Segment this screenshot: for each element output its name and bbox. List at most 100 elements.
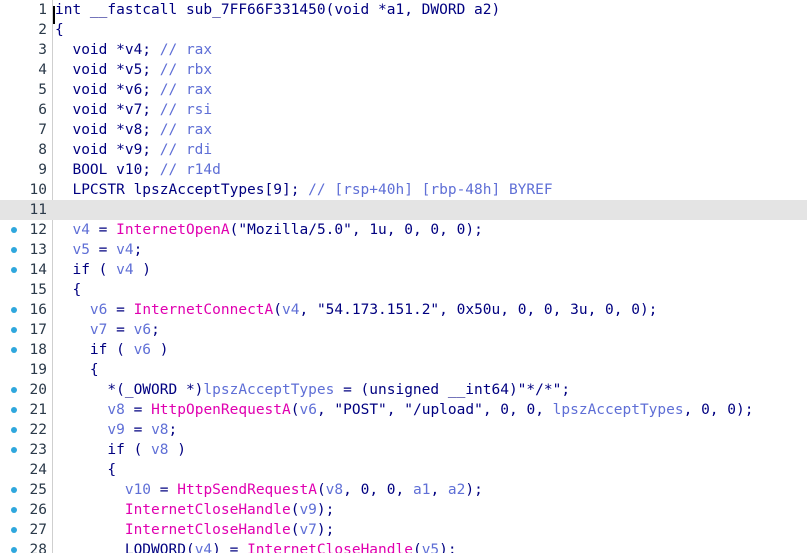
line-gutter[interactable]: 17 bbox=[0, 320, 50, 340]
line-gutter[interactable]: 16 bbox=[0, 300, 50, 320]
line-gutter[interactable]: 23 bbox=[0, 440, 50, 460]
line-gutter[interactable]: 19 bbox=[0, 360, 50, 380]
code-text[interactable]: v5 = v4; bbox=[55, 240, 142, 260]
line-gutter[interactable]: 21 bbox=[0, 400, 50, 420]
code-text[interactable]: v4 = InternetOpenA("Mozilla/5.0", 1u, 0,… bbox=[55, 220, 482, 240]
code-text[interactable]: *(_OWORD *)lpszAcceptTypes = (unsigned _… bbox=[55, 380, 570, 400]
line-gutter[interactable]: 15 bbox=[0, 280, 50, 300]
code-line[interactable]: 3 void *v4; // rax bbox=[0, 40, 807, 60]
code-text[interactable]: InternetCloseHandle(v7); bbox=[55, 520, 335, 540]
code-text[interactable]: LODWORD(v4) = InternetCloseHandle(v5); bbox=[55, 540, 457, 553]
code-line[interactable]: 6 void *v7; // rsi bbox=[0, 100, 807, 120]
breakpoint-dot-icon[interactable] bbox=[11, 547, 17, 553]
code-text[interactable]: { bbox=[55, 280, 81, 300]
breakpoint-dot-icon[interactable] bbox=[11, 507, 17, 513]
breakpoint-dot-icon[interactable] bbox=[11, 247, 17, 253]
code-token: void *v5; bbox=[55, 62, 160, 78]
code-line[interactable]: 12 v4 = InternetOpenA("Mozilla/5.0", 1u,… bbox=[0, 220, 807, 240]
line-gutter[interactable]: 3 bbox=[0, 40, 50, 60]
breakpoint-dot-icon[interactable] bbox=[11, 407, 17, 413]
breakpoint-dot-icon[interactable] bbox=[11, 267, 17, 273]
pseudocode-editor[interactable]: 1 int __fastcall sub_7FF66F331450(void *a… bbox=[0, 0, 807, 553]
code-line[interactable]: 22 v9 = v8; bbox=[0, 420, 807, 440]
line-gutter[interactable]: 4 bbox=[0, 60, 50, 80]
code-text[interactable]: if ( v6 ) bbox=[55, 340, 169, 360]
code-line[interactable]: 24 { bbox=[0, 460, 807, 480]
code-text[interactable]: v6 = InternetConnectA(v4, "54.173.151.2"… bbox=[55, 300, 657, 320]
line-gutter[interactable]: 18 bbox=[0, 340, 50, 360]
code-text[interactable]: v8 = HttpOpenRequestA(v6, "POST", "/uplo… bbox=[55, 400, 753, 420]
line-gutter[interactable]: 24 bbox=[0, 460, 50, 480]
code-text[interactable]: void *v8; // rax bbox=[55, 120, 212, 140]
breakpoint-dot-icon[interactable] bbox=[11, 227, 17, 233]
breakpoint-dot-icon[interactable] bbox=[11, 447, 17, 453]
code-line[interactable]: 26 InternetCloseHandle(v9); bbox=[0, 500, 807, 520]
line-gutter[interactable]: 8 bbox=[0, 140, 50, 160]
code-line[interactable]: 7 void *v8; // rax bbox=[0, 120, 807, 140]
code-text[interactable]: void *v7; // rsi bbox=[55, 100, 212, 120]
breakpoint-dot-icon[interactable] bbox=[11, 527, 17, 533]
line-gutter[interactable]: 20 bbox=[0, 380, 50, 400]
code-text[interactable]: { bbox=[55, 360, 99, 380]
code-text[interactable]: LPCSTR lpszAcceptTypes[9]; // [rsp+40h] … bbox=[55, 180, 552, 200]
code-text[interactable]: void *v9; // rdi bbox=[55, 140, 212, 160]
code-text[interactable]: BOOL v10; // r14d bbox=[55, 160, 220, 180]
code-text[interactable]: { bbox=[55, 20, 64, 40]
code-line[interactable]: 23 if ( v8 ) bbox=[0, 440, 807, 460]
breakpoint-dot-icon[interactable] bbox=[11, 307, 17, 313]
breakpoint-dot-icon[interactable] bbox=[11, 487, 17, 493]
code-line[interactable]: 11 bbox=[0, 200, 807, 220]
line-gutter[interactable]: 14 bbox=[0, 260, 50, 280]
breakpoint-dot-icon[interactable] bbox=[11, 387, 17, 393]
line-gutter[interactable]: 13 bbox=[0, 240, 50, 260]
code-text[interactable]: if ( v8 ) bbox=[55, 440, 186, 460]
code-text[interactable]: v7 = v6; bbox=[55, 320, 160, 340]
code-line[interactable]: 20 *(_OWORD *)lpszAcceptTypes = (unsigne… bbox=[0, 380, 807, 400]
line-gutter[interactable]: 2 bbox=[0, 20, 50, 40]
line-gutter[interactable]: 12 bbox=[0, 220, 50, 240]
line-gutter[interactable]: 27 bbox=[0, 520, 50, 540]
code-line[interactable]: 15 { bbox=[0, 280, 807, 300]
code-line[interactable]: 5 void *v6; // rax bbox=[0, 80, 807, 100]
code-line[interactable]: 16 v6 = InternetConnectA(v4, "54.173.151… bbox=[0, 300, 807, 320]
code-text[interactable]: if ( v4 ) bbox=[55, 260, 151, 280]
code-text[interactable]: int __fastcall sub_7FF66F331450(void *a1… bbox=[55, 0, 500, 20]
code-line[interactable]: 17 v7 = v6; bbox=[0, 320, 807, 340]
line-gutter[interactable]: 7 bbox=[0, 120, 50, 140]
code-line[interactable]: 19 { bbox=[0, 360, 807, 380]
line-gutter[interactable]: 26 bbox=[0, 500, 50, 520]
line-gutter[interactable]: 11 bbox=[0, 200, 50, 220]
breakpoint-dot-icon[interactable] bbox=[11, 347, 17, 353]
code-line[interactable]: 18 if ( v6 ) bbox=[0, 340, 807, 360]
line-gutter[interactable]: 22 bbox=[0, 420, 50, 440]
line-gutter[interactable]: 28 bbox=[0, 540, 50, 553]
code-line[interactable]: 1 int __fastcall sub_7FF66F331450(void *a… bbox=[0, 0, 807, 20]
code-text[interactable]: void *v4; // rax bbox=[55, 40, 212, 60]
code-line[interactable]: 4 void *v5; // rbx bbox=[0, 60, 807, 80]
breakpoint-dot-icon[interactable] bbox=[11, 427, 17, 433]
code-text[interactable]: v10 = HttpSendRequestA(v8, 0, 0, a1, a2)… bbox=[55, 480, 483, 500]
code-token: v6 bbox=[133, 342, 152, 358]
code-text[interactable]: void *v6; // rax bbox=[55, 80, 212, 100]
code-line[interactable]: 8 void *v9; // rdi bbox=[0, 140, 807, 160]
code-text[interactable]: void *v5; // rbx bbox=[55, 60, 212, 80]
breakpoint-dot-icon[interactable] bbox=[11, 327, 17, 333]
code-line[interactable]: 9 BOOL v10; // r14d bbox=[0, 160, 807, 180]
line-gutter[interactable]: 10 bbox=[0, 180, 50, 200]
code-text[interactable]: InternetCloseHandle(v9); bbox=[55, 500, 335, 520]
code-line[interactable]: 2{ bbox=[0, 20, 807, 40]
line-gutter[interactable]: 6 bbox=[0, 100, 50, 120]
code-line[interactable]: 10 LPCSTR lpszAcceptTypes[9]; // [rsp+40… bbox=[0, 180, 807, 200]
code-line[interactable]: 25 v10 = HttpSendRequestA(v8, 0, 0, a1, … bbox=[0, 480, 807, 500]
code-line[interactable]: 21 v8 = HttpOpenRequestA(v6, "POST", "/u… bbox=[0, 400, 807, 420]
code-line[interactable]: 27 InternetCloseHandle(v7); bbox=[0, 520, 807, 540]
line-gutter[interactable]: 9 bbox=[0, 160, 50, 180]
line-gutter[interactable]: 25 bbox=[0, 480, 50, 500]
code-line[interactable]: 14 if ( v4 ) bbox=[0, 260, 807, 280]
code-line[interactable]: 28 LODWORD(v4) = InternetCloseHandle(v5)… bbox=[0, 540, 807, 553]
line-gutter[interactable]: 1 bbox=[0, 0, 50, 20]
code-line[interactable]: 13 v5 = v4; bbox=[0, 240, 807, 260]
code-text[interactable]: { bbox=[55, 460, 116, 480]
code-text[interactable]: v9 = v8; bbox=[55, 420, 177, 440]
line-gutter[interactable]: 5 bbox=[0, 80, 50, 100]
